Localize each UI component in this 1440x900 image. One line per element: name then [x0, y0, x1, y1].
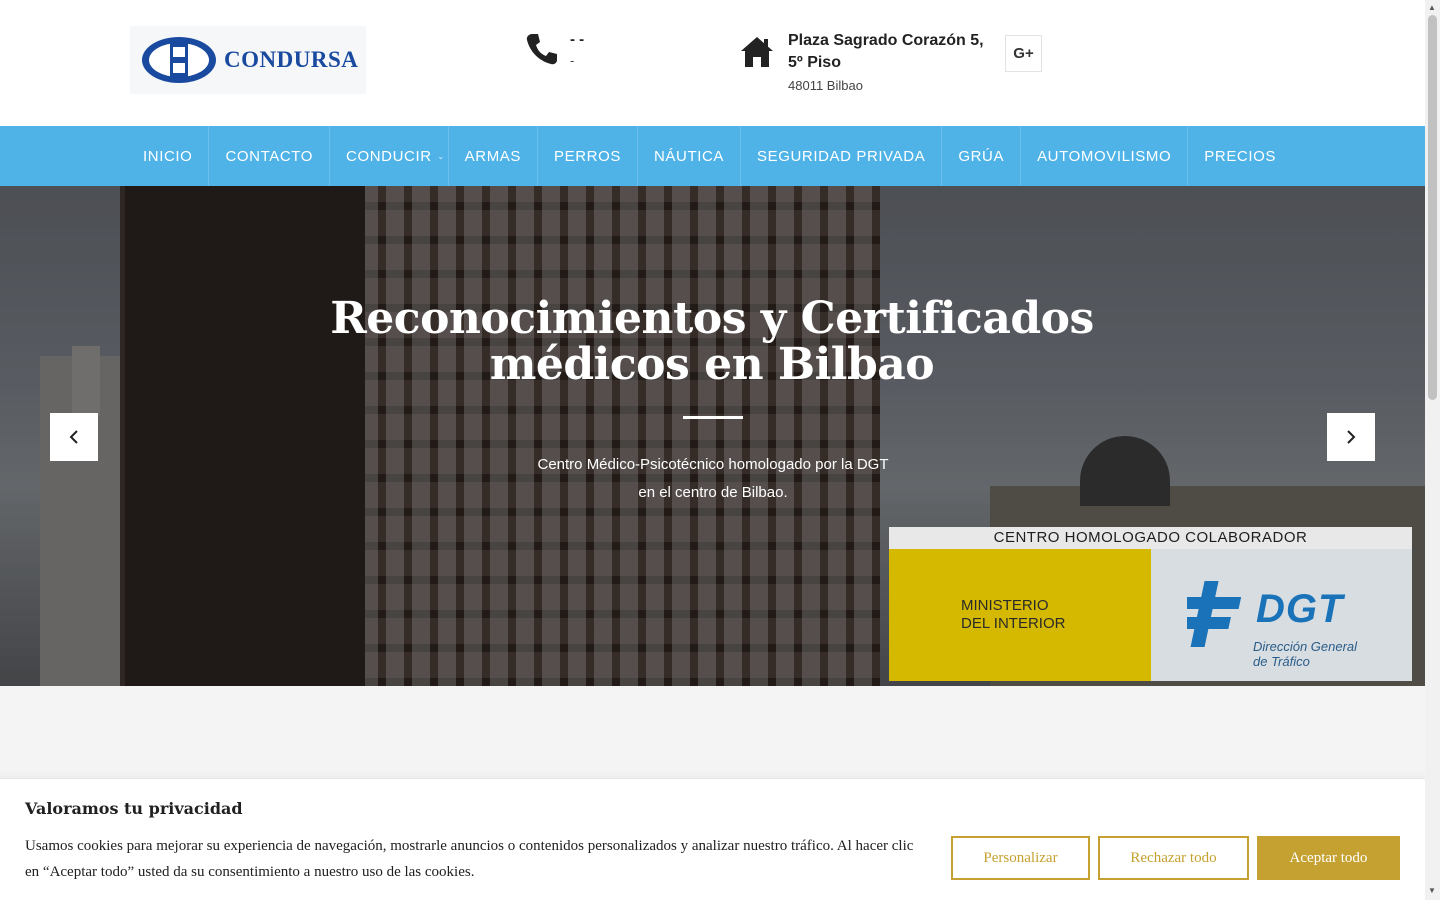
home-icon — [741, 37, 773, 67]
customize-button[interactable]: Personalizar — [951, 836, 1090, 880]
phone-icon — [526, 34, 557, 65]
nav-label: CONDUCIR — [346, 147, 432, 165]
chevron-right-icon — [1347, 430, 1356, 444]
nav-item-nautica[interactable]: NÁUTICA — [638, 126, 742, 186]
scroll-down-icon[interactable]: ▼ — [1428, 886, 1436, 895]
scrollbar-thumb[interactable] — [1428, 15, 1437, 400]
accept-all-button[interactable]: Aceptar todo — [1257, 836, 1400, 880]
address-street: Plaza Sagrado Corazón 5, 5º Piso — [788, 32, 984, 71]
dgt-logo-text: DGT — [1256, 587, 1344, 631]
nav-label: INICIO — [143, 147, 193, 165]
condursa-logo[interactable]: CONDURSA — [130, 26, 366, 94]
scroll-up-icon[interactable]: ▲ — [1428, 3, 1436, 12]
nav-label: PERROS — [554, 147, 621, 165]
main-nav: INICIO CONTACTO CONDUCIR ⌄ ARMAS PERROS N… — [0, 126, 1425, 186]
dgt-logo-icon — [1187, 581, 1242, 647]
ministry-label: MINISTERIO DEL INTERIOR — [961, 597, 1066, 632]
nav-label: CONTACTO — [225, 147, 314, 165]
dgt-subtitle: Dirección General de Tráfico — [1253, 639, 1358, 669]
nav-label: ARMAS — [464, 147, 522, 165]
nav-label: SEGURIDAD PRIVADA — [757, 147, 926, 165]
hero-subtitle-line: Centro Médico-Psicotécnico homologado po… — [537, 456, 889, 473]
hero-slider: CENTRO HOMOLOGADO COLABORADOR MINISTERIO… — [0, 186, 1425, 686]
chevron-left-icon — [69, 430, 78, 444]
logo-text: CONDURSA — [224, 47, 359, 72]
nav-item-contacto[interactable]: CONTACTO — [209, 126, 331, 186]
cookie-banner: Valoramos tu privacidad Usamos cookies p… — [0, 778, 1425, 900]
nav-label: NÁUTICA — [653, 147, 725, 165]
phone-block: - - - — [526, 32, 584, 74]
nav-item-seguridad-privada[interactable]: SEGURIDAD PRIVADA — [741, 126, 943, 186]
slider-next-button[interactable] — [1327, 413, 1375, 461]
hero-subtitle: Centro Médico-Psicotécnico homologado po… — [470, 451, 956, 507]
reject-all-button[interactable]: Rechazar todo — [1098, 836, 1249, 880]
nav-item-precios[interactable]: PRECIOS — [1188, 126, 1292, 186]
logo-mark-icon — [142, 37, 216, 83]
hero-subtitle-line: en el centro de Bilbao. — [638, 484, 788, 501]
nav-item-automovilismo[interactable]: AUTOMOVILISMO — [1021, 126, 1189, 186]
address-block: Plaza Sagrado Corazón 5, 5º Piso 48011 B… — [740, 30, 988, 97]
google-plus-icon[interactable]: G+ — [1005, 35, 1042, 72]
nav-label: PRECIOS — [1204, 147, 1276, 165]
slider-prev-button[interactable] — [50, 413, 98, 461]
page-scrollbar[interactable]: ▲ ▼ — [1425, 0, 1440, 900]
address-city: 48011 Bilbao — [788, 78, 863, 93]
site-header: CONDURSA - - - Plaza Sagrado Corazón 5, … — [0, 0, 1425, 126]
dgt-sign: CENTRO HOMOLOGADO COLABORADOR MINISTERIO… — [889, 527, 1412, 681]
sign-title: CENTRO HOMOLOGADO COLABORADOR — [993, 529, 1308, 546]
chevron-down-icon: ⌄ — [437, 152, 445, 161]
phone-number[interactable]: - - — [570, 32, 584, 48]
nav-item-armas[interactable]: ARMAS — [449, 126, 539, 186]
cookie-text: Usamos cookies para mejorar su experienc… — [25, 838, 914, 880]
nav-item-grua[interactable]: GRÚA — [942, 126, 1022, 186]
nav-label: GRÚA — [958, 147, 1005, 165]
dgt-panel: DGT Dirección General de Tráfico — [1151, 549, 1412, 681]
page: CONDURSA - - - Plaza Sagrado Corazón 5, … — [0, 0, 1425, 900]
nav-item-perros[interactable]: PERROS — [538, 126, 638, 186]
nav-label: AUTOMOVILISMO — [1037, 147, 1172, 165]
cookie-title: Valoramos tu privacidad — [25, 799, 243, 818]
nav-item-conducir[interactable]: CONDUCIR ⌄ — [330, 126, 449, 186]
ministry-panel: MINISTERIO DEL INTERIOR — [889, 549, 1151, 681]
hero-title: Reconocimientos y Certificados médicos e… — [330, 293, 1094, 390]
hero-divider — [683, 416, 743, 419]
phone-secondary: - — [570, 53, 575, 68]
nav-item-inicio[interactable]: INICIO — [127, 126, 210, 186]
